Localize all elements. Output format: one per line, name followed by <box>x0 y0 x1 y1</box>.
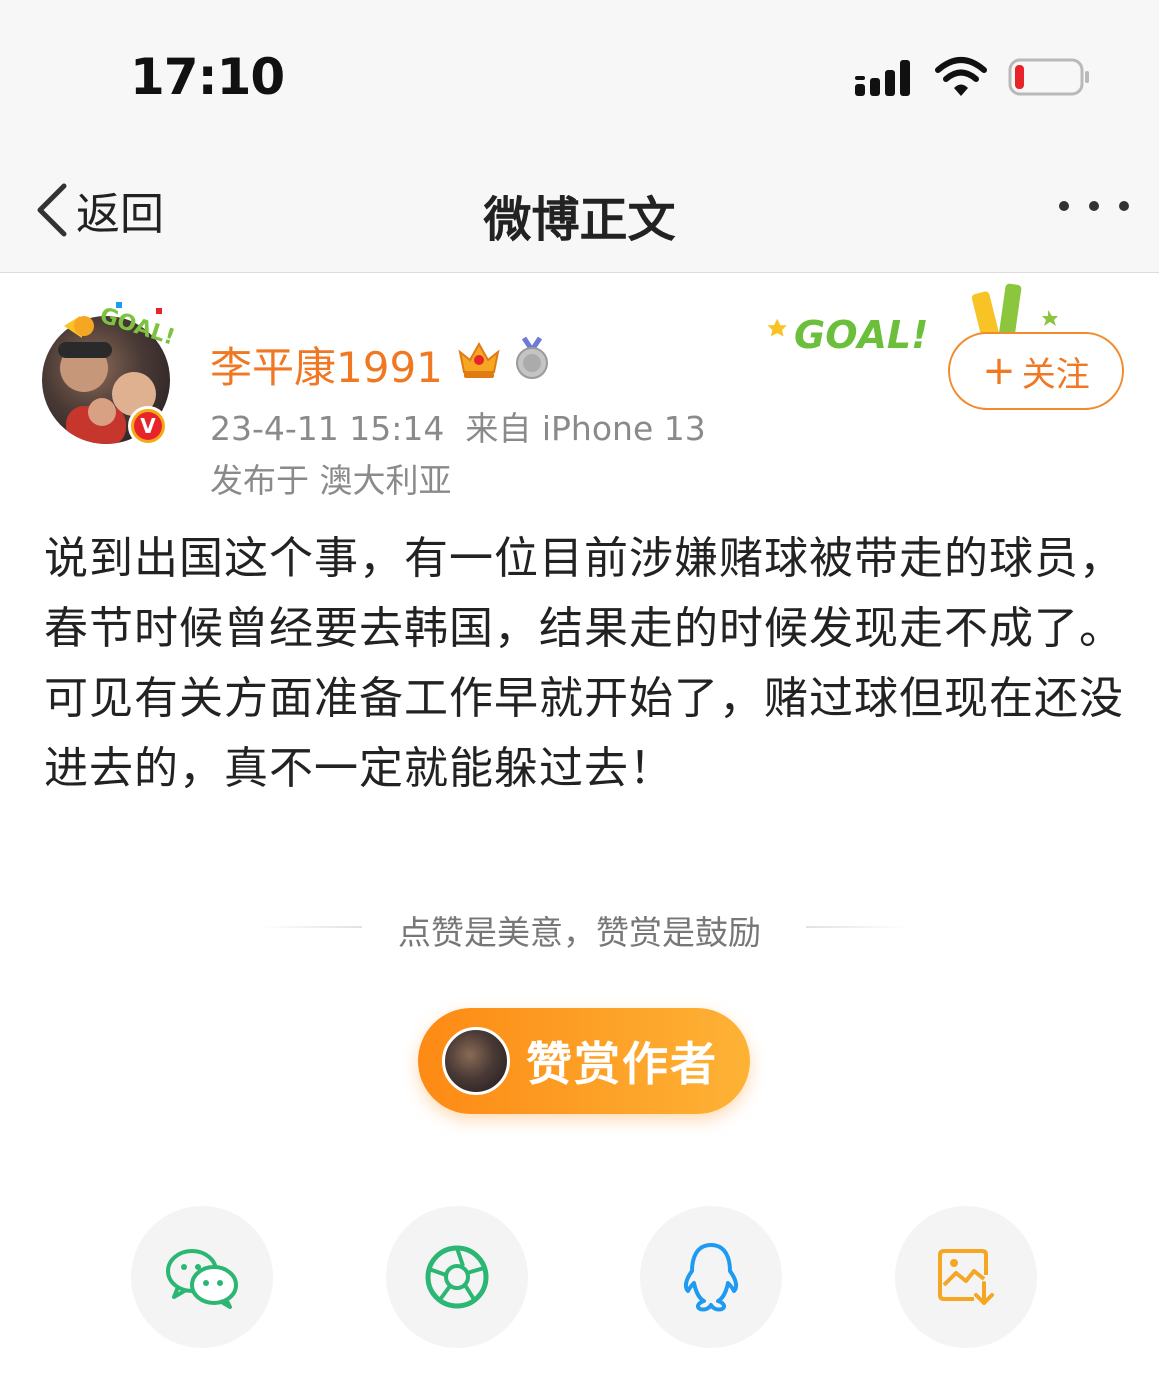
follow-button[interactable]: + 关注 <box>948 332 1124 410</box>
vip-crown-icon <box>458 341 500 378</box>
save-image-button[interactable] <box>895 1206 1037 1348</box>
divider-right <box>806 926 910 928</box>
verified-v-icon: V <box>134 412 162 440</box>
wifi-icon <box>935 57 987 96</box>
status-time: 17:10 <box>130 48 285 106</box>
cellular-signal-icon <box>855 60 910 96</box>
goal-sticker-icon: GOAL! <box>64 302 176 351</box>
svg-text:GOAL!: GOAL! <box>97 303 176 351</box>
status-bar: 17:10 <box>0 0 1159 140</box>
share-qq-button[interactable] <box>640 1206 782 1348</box>
qq-icon <box>683 1243 739 1312</box>
nav-bar: 返回 微博正文 <box>0 140 1159 273</box>
battery-low-icon <box>1008 58 1089 96</box>
svg-text:GOAL!: GOAL! <box>794 313 928 357</box>
page-title: 微博正文 <box>483 192 676 248</box>
verified-badge: V <box>128 406 168 446</box>
share-wechat-button[interactable] <box>131 1206 273 1348</box>
wechat-icon <box>166 1249 238 1309</box>
reward-author-button[interactable]: 赞赏作者 <box>418 1008 750 1114</box>
save-image-icon <box>938 1249 994 1305</box>
post-body: 说到出国这个事，有一位目前涉嫌赌球被带走的球员，春节时候曾经要去韩国，结果走的时… <box>44 533 1124 794</box>
reward-tip: 点赞是美意，赞赏是鼓励 <box>398 913 761 952</box>
moments-icon <box>425 1245 489 1309</box>
plus-icon: + <box>982 348 1016 394</box>
more-icon[interactable] <box>1056 198 1132 214</box>
share-moments-button[interactable] <box>386 1206 528 1348</box>
answer-medal-icon <box>516 336 548 379</box>
reward-label: 赞赏作者 <box>526 1037 718 1091</box>
reward-avatar <box>442 1027 510 1095</box>
post-location: 发布于 澳大利亚 <box>210 461 452 500</box>
post-meta: 23-4-11 15:14 来自 iPhone 13 <box>210 409 706 448</box>
author-name[interactable]: 李平康1991 <box>210 334 443 395</box>
follow-label: 关注 <box>1021 354 1090 395</box>
